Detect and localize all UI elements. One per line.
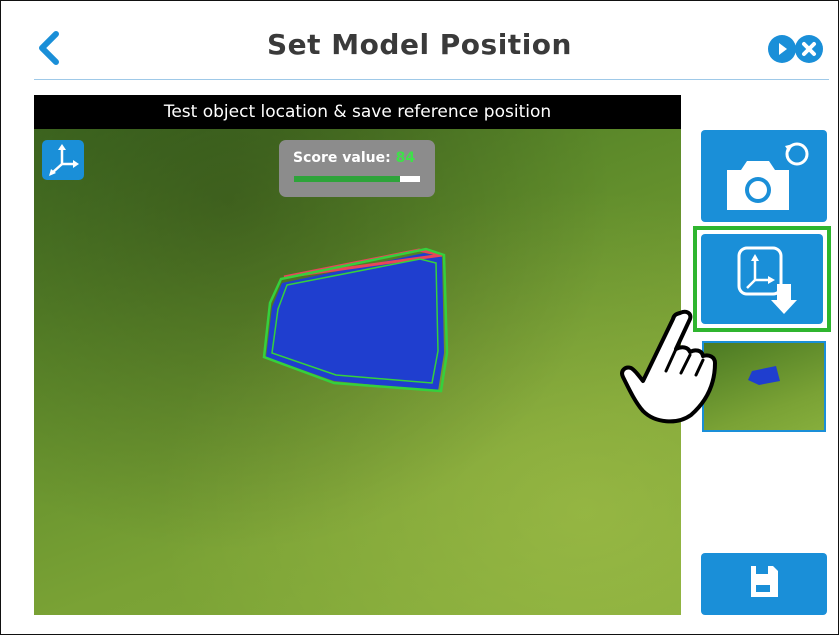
save-button[interactable] (701, 553, 827, 615)
header-divider (34, 79, 829, 80)
camera-retake-icon (727, 142, 809, 210)
detected-object (262, 247, 449, 393)
floppy-disk-icon (751, 566, 778, 597)
page-title: Set Model Position (267, 28, 572, 61)
header: Set Model Position (0, 0, 839, 80)
play-circle-icon (779, 43, 787, 55)
next-button[interactable] (768, 35, 796, 63)
retake-image-button[interactable] (701, 130, 827, 222)
pointing-hand-icon (620, 309, 717, 424)
object-shape (266, 253, 444, 391)
close-button[interactable] (795, 35, 823, 63)
camera-view: Test object location & save reference po… (34, 95, 681, 615)
close-circle-icon (802, 42, 816, 56)
